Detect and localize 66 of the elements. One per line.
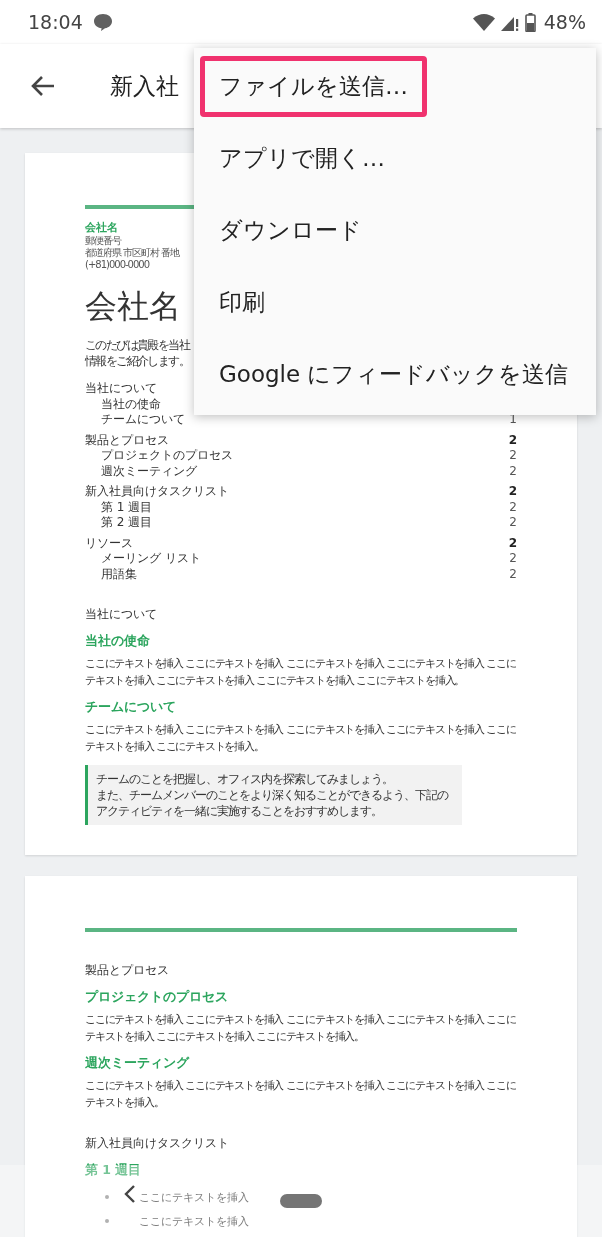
toc-entry[interactable]: プロジェクトのプロセス	[85, 448, 233, 464]
bullet-dot	[105, 1219, 109, 1223]
menu-item-label: ダウンロード	[218, 215, 363, 245]
body-paragraph: ここにテキストを挿入 ここにテキストを挿入 ここにテキストを挿入 ここにテキストを挿入 ここにテキストを挿入 ここにテキストを挿入 ここにテキストを挿入。	[85, 1012, 517, 1045]
body-paragraph: ここにテキストを挿入 ここにテキストを挿入 ここにテキストを挿入 ここにテキストを挿入 ここにテキストを挿入 ここにテキストを挿入。	[85, 722, 517, 755]
menu-item-label: Google にフィードバックを送信	[218, 359, 570, 389]
toc-page-number: 2	[508, 484, 517, 500]
subsection-heading: チームについて	[85, 699, 177, 716]
toc-entry[interactable]: リソース	[85, 535, 133, 551]
toc-entry[interactable]: 製品とプロセス	[85, 432, 169, 448]
battery-percent: 48%	[543, 11, 586, 33]
menu-item-label: アプリで開く…	[218, 143, 386, 173]
toc-entry[interactable]: 当社の使命	[85, 396, 161, 412]
toc-page-number: 2	[509, 515, 517, 531]
subsection-heading: 第 1 週目	[85, 1162, 143, 1179]
intro-text: 情報をご紹介します。	[85, 353, 189, 369]
toc-entry[interactable]: メーリング リスト	[85, 551, 201, 567]
toc-page-number: 2	[509, 448, 517, 464]
company-name: 会社名	[85, 220, 118, 235]
menu-item[interactable]: Google にフィードバックを送信	[194, 338, 596, 410]
intro-text: このたびは貴殿を当社	[85, 337, 189, 353]
toc-entry[interactable]: 新入社員向けタスクリスト	[85, 484, 229, 500]
menu-item-label: ファイルを送信…	[200, 55, 427, 117]
callout-text: アクティビティを一緒に実施することをおすすめします。	[96, 803, 382, 819]
menu-item-label: 印刷	[218, 287, 266, 317]
wifi-icon	[472, 13, 495, 31]
toc-page-number: 2	[509, 566, 517, 582]
back-chevron-icon[interactable]	[124, 1185, 136, 1203]
menu-item[interactable]: ファイルを送信…	[194, 50, 596, 122]
toc-page-number: 2	[509, 499, 517, 515]
toc-page-number: 2	[508, 535, 517, 551]
toc-page-number: 2	[509, 463, 517, 479]
menu-item[interactable]: アプリで開く…	[194, 122, 596, 194]
toc-entry[interactable]: 週次ミーティング	[85, 463, 197, 479]
company-address: 都道府県 市区町村 番地	[85, 247, 180, 259]
body-paragraph: ここにテキストを挿入 ここにテキストを挿入 ここにテキストを挿入 ここにテキストを挿入 ここにテキストを挿入 ここにテキストを挿入 ここにテキストを挿入 ここにテキストを挿入。	[85, 656, 517, 689]
document-title: 新入社	[110, 71, 179, 101]
back-arrow-icon[interactable]	[30, 75, 56, 97]
section-heading: 新入社員向けタスクリスト	[85, 1135, 230, 1152]
section-heading: 当社について	[85, 606, 158, 623]
toc-page-number: 2	[509, 551, 517, 567]
menu-item[interactable]: 印刷	[194, 266, 596, 338]
list-item-text: ここにテキストを挿入	[139, 1213, 249, 1229]
company-phone: (+81)000-0000	[85, 259, 150, 271]
body-paragraph: ここにテキストを挿入 ここにテキストを挿入 ここにテキストを挿入 ここにテキストを挿入 ここにテキストを挿入。	[85, 1078, 517, 1111]
callout-text: チームのことを把握し、オフィス内を探索してみましょう。	[96, 771, 393, 787]
toc-entry[interactable]: 第 2 週目	[85, 515, 153, 531]
callout-text: また、チームメンバーのことをより深く知ることができるよう、下記の	[96, 787, 448, 803]
subsection-heading: 当社の使命	[85, 633, 151, 650]
home-pill[interactable]	[280, 1194, 322, 1208]
document-heading: 会社名	[85, 286, 181, 327]
toc-entry[interactable]: 当社について	[85, 381, 157, 397]
bullet-dot	[105, 1195, 109, 1199]
toc-entry[interactable]: 用語集	[85, 566, 137, 582]
menu-item[interactable]: ダウンロード	[194, 194, 596, 266]
toc-entry[interactable]: チームについて	[85, 412, 185, 428]
battery-icon	[524, 12, 536, 32]
toc-entry[interactable]: 第 1 週目	[85, 499, 153, 515]
postal-code: 郵便番号	[85, 235, 121, 247]
chat-bubble-icon	[92, 12, 113, 32]
subsection-heading: プロジェクトのプロセス	[85, 989, 229, 1006]
subsection-heading: 週次ミーティング	[85, 1055, 191, 1072]
status-time: 18:04	[28, 11, 83, 33]
toc-page-number: 2	[508, 432, 517, 448]
list-item-text: ここにテキストを挿入	[139, 1189, 249, 1205]
section-heading: 製品とプロセス	[85, 962, 170, 979]
